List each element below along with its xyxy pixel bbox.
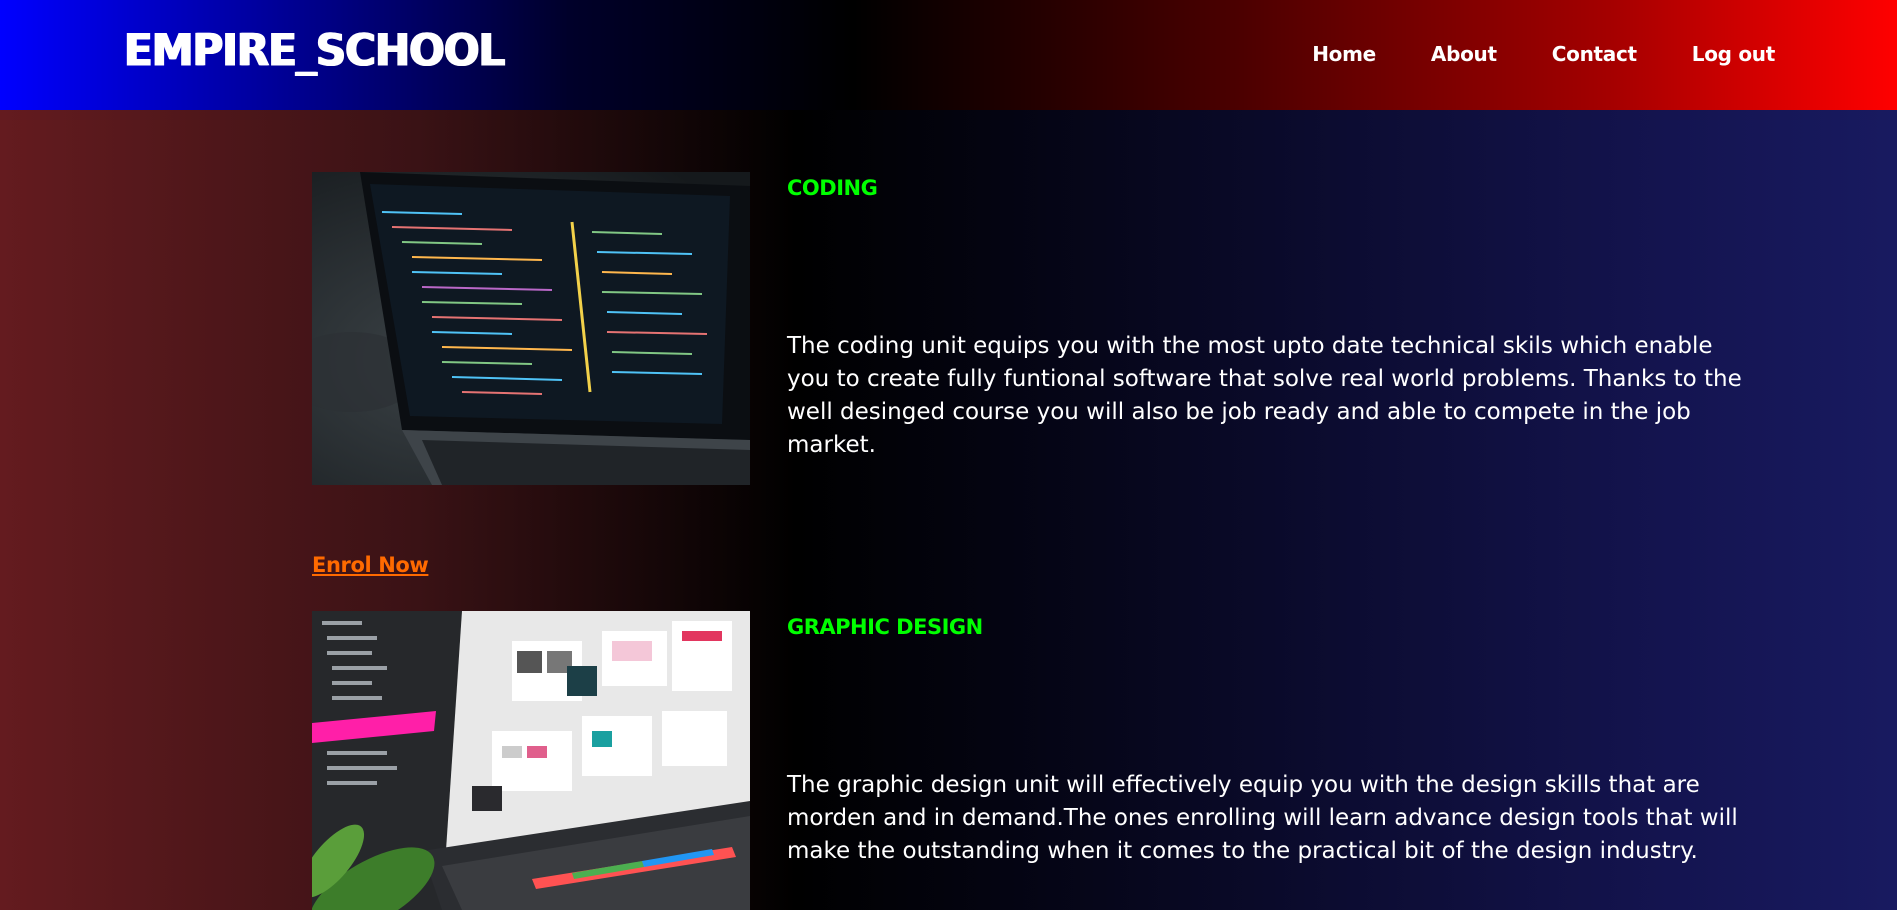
graphic-design-course-title: GRAPHIC DESIGN	[787, 615, 983, 639]
nav-logout-link[interactable]: Log out	[1692, 42, 1776, 66]
nav-about-link[interactable]: About	[1431, 42, 1497, 66]
enrol-now-link[interactable]: Enrol Now	[312, 553, 429, 577]
coding-course-title: CODING	[787, 176, 878, 200]
graphic-design-course-image	[312, 611, 750, 910]
coding-course-description: The coding unit equips you with the most…	[787, 333, 1742, 458]
graphic-design-course-description: The graphic design unit will effectively…	[787, 772, 1738, 864]
coding-course-image	[312, 172, 750, 485]
nav-links: Home About Contact Log out	[1257, 42, 1775, 66]
nav-home-link[interactable]: Home	[1312, 42, 1376, 66]
brand-logo[interactable]: EMPIRE_SCHOOL	[124, 25, 505, 76]
nav-contact-link[interactable]: Contact	[1552, 42, 1637, 66]
navbar: EMPIRE_SCHOOL Home About Contact Log out	[0, 0, 1897, 110]
